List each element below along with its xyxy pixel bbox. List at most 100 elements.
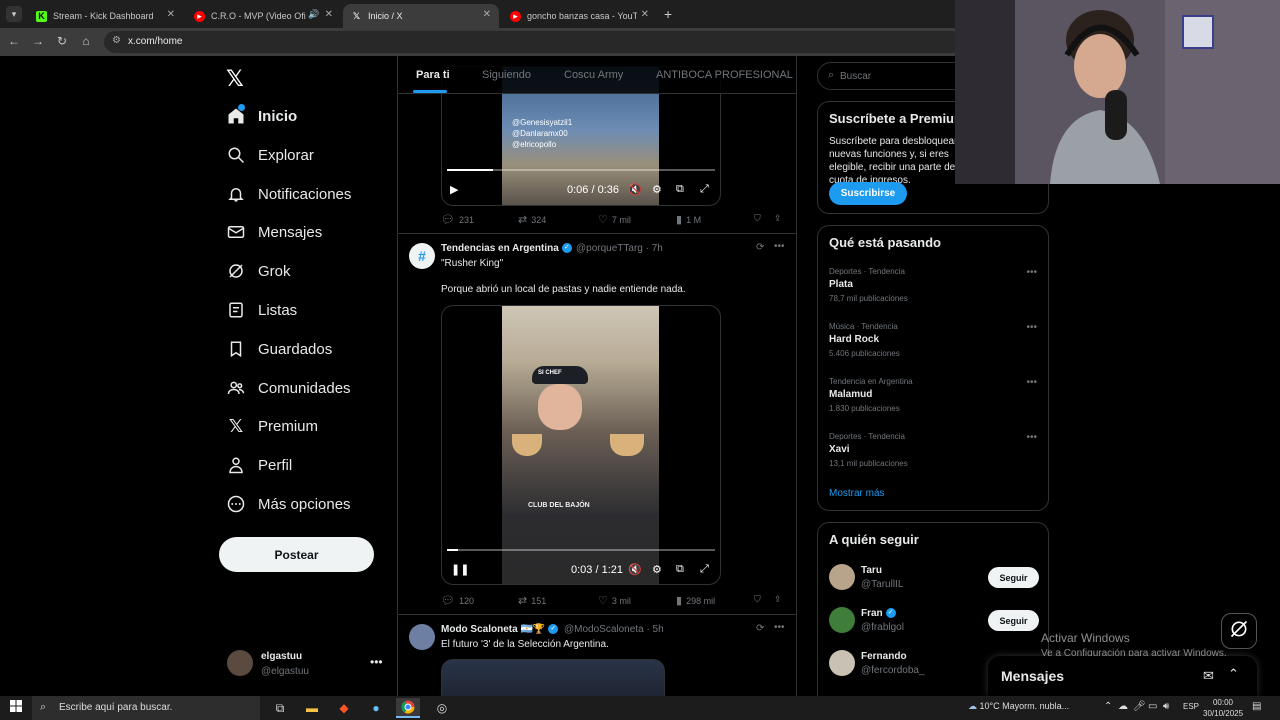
repost-button[interactable]: ⇄ 151 — [518, 594, 546, 607]
like-button[interactable]: ♡ 3 mil — [598, 594, 631, 607]
play-icon[interactable]: ▶ — [450, 183, 458, 196]
views-button[interactable]: ▮ 1 M — [676, 213, 701, 226]
volume-icon[interactable]: 🔊︎ — [1163, 701, 1169, 712]
messages-drawer[interactable]: Mensajes ✉ ⌃ — [988, 656, 1257, 696]
site-info-icon[interactable]: ⚙ — [112, 35, 121, 46]
like-button[interactable]: ♡ 7 mil — [598, 213, 631, 226]
tab-antiboca-profesional[interactable]: ANTIBOCA PROFESIONAL — [656, 69, 793, 81]
trend-item[interactable]: Plata — [829, 279, 853, 290]
grok-floating-button[interactable] — [1221, 613, 1257, 649]
mute-icon[interactable]: 🔇 — [628, 563, 642, 576]
show-more-link[interactable]: Mostrar más — [829, 488, 885, 499]
avatar[interactable] — [829, 650, 855, 676]
more-horizontal-icon[interactable]: ••• — [1026, 322, 1037, 333]
fullscreen-icon[interactable]: ⤢ — [700, 563, 709, 576]
tab-siguiendo[interactable]: Siguiendo — [482, 69, 531, 81]
clock[interactable]: 00:00 30/10/2025 — [1203, 697, 1243, 719]
tweet-author[interactable]: Modo Scaloneta 🇦🇷🏆 ✓ — [441, 624, 559, 635]
more-horizontal-icon[interactable]: ••• — [774, 241, 785, 252]
grok-icon[interactable]: ⟳ — [756, 623, 764, 634]
close-tab-icon[interactable]: ✕ — [641, 9, 649, 20]
follow-button[interactable]: Seguir — [988, 567, 1039, 588]
post-button[interactable]: Postear — [219, 537, 374, 572]
video-player[interactable]: SI CHEF CLUB DEL BAJÓN ❚❚ 0:03 / 1:21 🔇 … — [441, 305, 721, 585]
follow-name[interactable]: Taru — [861, 565, 882, 576]
close-tab-icon[interactable]: ✕ — [167, 9, 175, 20]
video-progress-bar[interactable] — [447, 549, 715, 551]
task-view-icon[interactable]: ⧉ — [268, 698, 292, 718]
file-explorer-icon[interactable]: ▬ — [300, 698, 324, 718]
tab-search-button[interactable]: ▾ — [6, 6, 22, 22]
pause-icon[interactable]: ❚❚ — [451, 563, 469, 576]
new-message-icon[interactable]: ✉ — [1203, 668, 1214, 684]
windows-start-button[interactable] — [0, 696, 32, 720]
views-button[interactable]: ▮ 298 mil — [676, 594, 715, 607]
weather-widget[interactable]: ☁ 10°C Mayorm. nubla... — [968, 701, 1069, 712]
bookmark-icon[interactable]: ⛉ — [754, 594, 761, 605]
avatar[interactable] — [409, 624, 435, 650]
language-indicator[interactable]: ESP — [1183, 702, 1199, 711]
tweet-image[interactable] — [441, 659, 665, 696]
follow-button[interactable]: Seguir — [988, 610, 1039, 631]
tweet-handle[interactable]: @ModoScaloneta · 5h — [564, 624, 664, 635]
close-tab-icon[interactable]: ✕ — [483, 9, 491, 20]
repost-button[interactable]: ⇄ 324 — [518, 213, 546, 226]
nav-item-mas-opciones[interactable]: Más opciones — [226, 490, 351, 518]
address-bar[interactable]: ⚙ x.com/home — [104, 31, 964, 53]
nav-item-comunidades[interactable]: Comunidades — [226, 374, 351, 402]
notifications-icon[interactable]: ▤ — [1252, 701, 1261, 712]
nav-item-listas[interactable]: Listas — [226, 296, 297, 324]
more-horizontal-icon[interactable]: ••• — [774, 622, 785, 633]
mute-icon[interactable]: 🔇 — [628, 183, 642, 196]
settings-gear-icon[interactable]: ⚙ — [652, 183, 662, 196]
browser-tab[interactable]: ▸ C.R.O - MVP (Video Oficial) 🔊 ✕ — [186, 4, 341, 28]
fullscreen-icon[interactable]: ⤢ — [700, 183, 709, 196]
avatar[interactable] — [829, 564, 855, 590]
reply-button[interactable]: 💬︎ 231 — [441, 213, 474, 226]
avatar[interactable]: # — [409, 243, 435, 269]
more-horizontal-icon[interactable]: ••• — [1026, 377, 1037, 388]
follow-name[interactable]: Fernando — [861, 651, 907, 662]
tweet-handle[interactable]: @porqueTTarg · 7h — [576, 243, 663, 254]
trend-item[interactable]: Malamud — [829, 389, 872, 400]
close-tab-icon[interactable]: ✕ — [325, 9, 333, 20]
follow-name[interactable]: Fran ✓ — [861, 608, 896, 619]
reply-button[interactable]: 💬︎ 120 — [441, 594, 474, 607]
more-horizontal-icon[interactable]: ••• — [1026, 267, 1037, 278]
avatar[interactable] — [829, 607, 855, 633]
video-progress-bar[interactable] — [447, 169, 715, 171]
nav-item-grok[interactable]: Grok — [226, 257, 291, 285]
browser-tab[interactable]: ▸ goncho banzas casa - YouTube ✕ — [502, 4, 657, 28]
reload-icon[interactable]: ↻ — [54, 34, 70, 48]
tab-para-ti[interactable]: Para ti — [416, 69, 450, 81]
browser-tab[interactable]: K Stream - Kick Dashboard ✕ — [28, 4, 183, 28]
app-icon[interactable]: ◎ — [430, 698, 454, 718]
picture-in-picture-icon[interactable]: ⧉ — [676, 563, 684, 576]
more-horizontal-icon[interactable]: ••• — [1026, 432, 1037, 443]
audio-playing-icon[interactable]: 🔊 — [308, 9, 319, 20]
taskbar-search-input[interactable]: ⌕ Escribe aquí para buscar. — [32, 696, 260, 720]
tweet-author[interactable]: Tendencias en Argentina ✓ — [441, 243, 572, 254]
subscribe-button[interactable]: Suscribirse — [829, 182, 907, 205]
browser-tab-active[interactable]: 𝕏 Inicio / X ✕ — [343, 4, 499, 28]
share-icon[interactable]: ⇪ — [774, 594, 782, 605]
nav-item-mensajes[interactable]: Mensajes — [226, 218, 322, 246]
steam-icon[interactable]: ● — [364, 698, 388, 718]
settings-gear-icon[interactable]: ⚙ — [652, 563, 662, 576]
chevron-up-icon[interactable]: ⌃ — [1228, 666, 1239, 682]
trend-item[interactable]: Hard Rock — [829, 334, 879, 345]
nav-item-premium[interactable]: 𝕏 Premium — [226, 412, 318, 440]
nav-item-perfil[interactable]: Perfil — [226, 451, 292, 479]
trend-item[interactable]: Xavi — [829, 444, 850, 455]
new-tab-button[interactable]: + — [664, 6, 672, 22]
x-logo-icon[interactable]: 𝕏 — [226, 66, 244, 92]
nav-item-inicio[interactable]: Inicio — [226, 102, 297, 130]
nav-item-notificaciones[interactable]: Notificaciones — [226, 180, 351, 208]
tab-coscu-army[interactable]: Coscu Army — [564, 69, 623, 81]
grok-icon[interactable]: ⟳ — [756, 242, 764, 253]
cloud-sync-icon[interactable]: ☁ — [1118, 701, 1128, 712]
brave-browser-icon[interactable]: ◆ — [332, 698, 356, 718]
bookmark-icon[interactable]: ⛉ — [754, 213, 761, 224]
nav-item-guardados[interactable]: Guardados — [226, 335, 332, 363]
avatar[interactable] — [227, 650, 253, 676]
